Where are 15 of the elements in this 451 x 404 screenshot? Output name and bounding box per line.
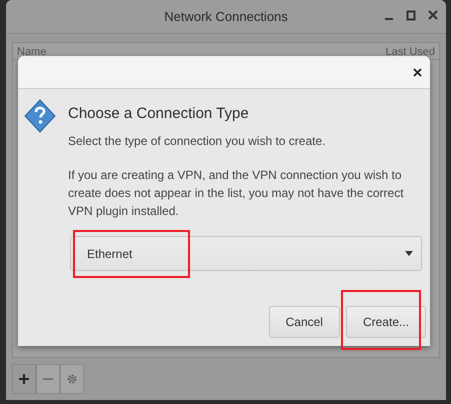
gear-icon [66,373,78,385]
dropdown-arrow-icon [405,251,413,256]
maximize-icon[interactable] [406,9,416,21]
minus-icon [43,378,53,380]
add-button[interactable] [12,364,36,394]
question-icon [24,99,56,133]
close-icon[interactable] [413,68,422,76]
window-title: Network Connections [164,9,288,24]
connection-type-dropdown[interactable]: Ethernet [70,236,422,271]
create-button[interactable]: Create... [346,306,426,338]
instruction-text: Select the type of connection you wish to create. [68,133,326,150]
vpn-note: If you are creating a VPN, and the VPN connection you wish to create does not appear in the list, you may not have the correct VPN plugin installed. [68,167,405,220]
plus-icon [19,374,29,384]
cancel-button[interactable]: Cancel [268,306,340,338]
dialog-heading: Choose a Connection Type [68,105,250,122]
